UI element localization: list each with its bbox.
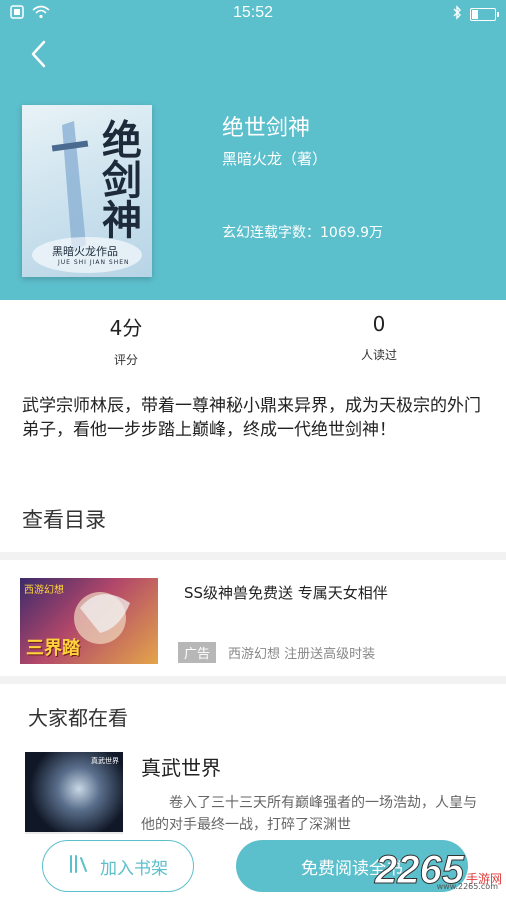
add-to-shelf-button[interactable]: 加入书架: [42, 840, 194, 892]
chevron-left-icon: [31, 40, 46, 68]
ad-badge: 广告: [178, 642, 217, 663]
rating-value: 4分: [109, 316, 143, 340]
cover-title: 绝剑神: [95, 119, 142, 239]
add-to-shelf-label: 加入书架: [100, 858, 168, 879]
ad-title: SS级神兽免费送 专属天女相伴: [184, 584, 388, 602]
rating-stat: 4分 评分: [66, 312, 186, 368]
ad-image-text: 三界踏: [26, 638, 80, 659]
battery-icon: [470, 8, 499, 21]
cover-subtitle: JUE SHI JIAN SHEN: [58, 259, 130, 266]
bookshelf-icon: [68, 854, 90, 879]
book-author: 黑暗火龙（著）: [222, 150, 328, 168]
popular-section-title: 大家都在看: [28, 706, 128, 730]
book-meta: 玄幻连载字数： 1069.9万: [222, 222, 383, 242]
popular-book-desc: 卷入了三十三天所有巅峰强者的一场浩劫，人皇与他的对手最终一战，打碎了深渊世: [141, 795, 477, 833]
popular-book-cover: 真武世界: [25, 752, 123, 834]
ad-image-top-text: 西游幻想: [24, 585, 64, 596]
bluetooth-icon: [452, 5, 462, 24]
watermark-logo: 2265 手游网 www.2265.com: [375, 848, 502, 893]
ad-banner[interactable]: 西游幻想 三界踏 SS级神兽免费送 专属天女相伴 广告 西游幻想 注册送高级时装: [0, 566, 506, 676]
back-button[interactable]: [26, 38, 54, 70]
book-header: 15:52 绝剑神 黑暗火龙作品 JUE SHI JIAN SHEN 绝世剑神 …: [0, 0, 506, 300]
readers-value: 0: [372, 312, 386, 336]
stats-row: 4分 评分 0 人读过: [0, 300, 506, 380]
book-word-count: 1069.9万: [320, 225, 383, 241]
popular-cover-text: 真武世界: [91, 757, 119, 765]
popular-book-name: 真武世界: [141, 756, 221, 780]
rating-label: 评分: [113, 353, 138, 367]
ad-image: 西游幻想 三界踏: [20, 578, 158, 664]
divider: [0, 552, 506, 560]
readers-stat: 0 人读过: [319, 312, 439, 363]
ad-description: 西游幻想 注册送高级时装: [228, 647, 376, 662]
cover-author: 黑暗火龙作品: [52, 245, 118, 258]
book-category: 玄幻连载字数：: [222, 225, 320, 241]
popular-book-item[interactable]: 真武世界 真武世界 卷入了三十三天所有巅峰强者的一场浩劫，人皇与他的对手最终一战…: [0, 746, 506, 846]
book-summary: 武学宗师林辰，带着一尊神秘小鼎来异界，成为天极宗的外门弟子，看他一步步踏上巅峰，…: [22, 396, 481, 440]
toc-row[interactable]: 查看目录: [0, 490, 506, 550]
toc-label: 查看目录: [22, 508, 106, 532]
divider: [0, 676, 506, 684]
readers-label: 人读过: [360, 348, 397, 362]
status-bar: 15:52: [0, 0, 506, 28]
book-cover: 绝剑神 黑暗火龙作品 JUE SHI JIAN SHEN: [22, 105, 152, 277]
watermark-url: www.2265.com: [436, 882, 498, 891]
book-title: 绝世剑神: [222, 116, 311, 141]
status-time: 15:52: [232, 4, 274, 21]
